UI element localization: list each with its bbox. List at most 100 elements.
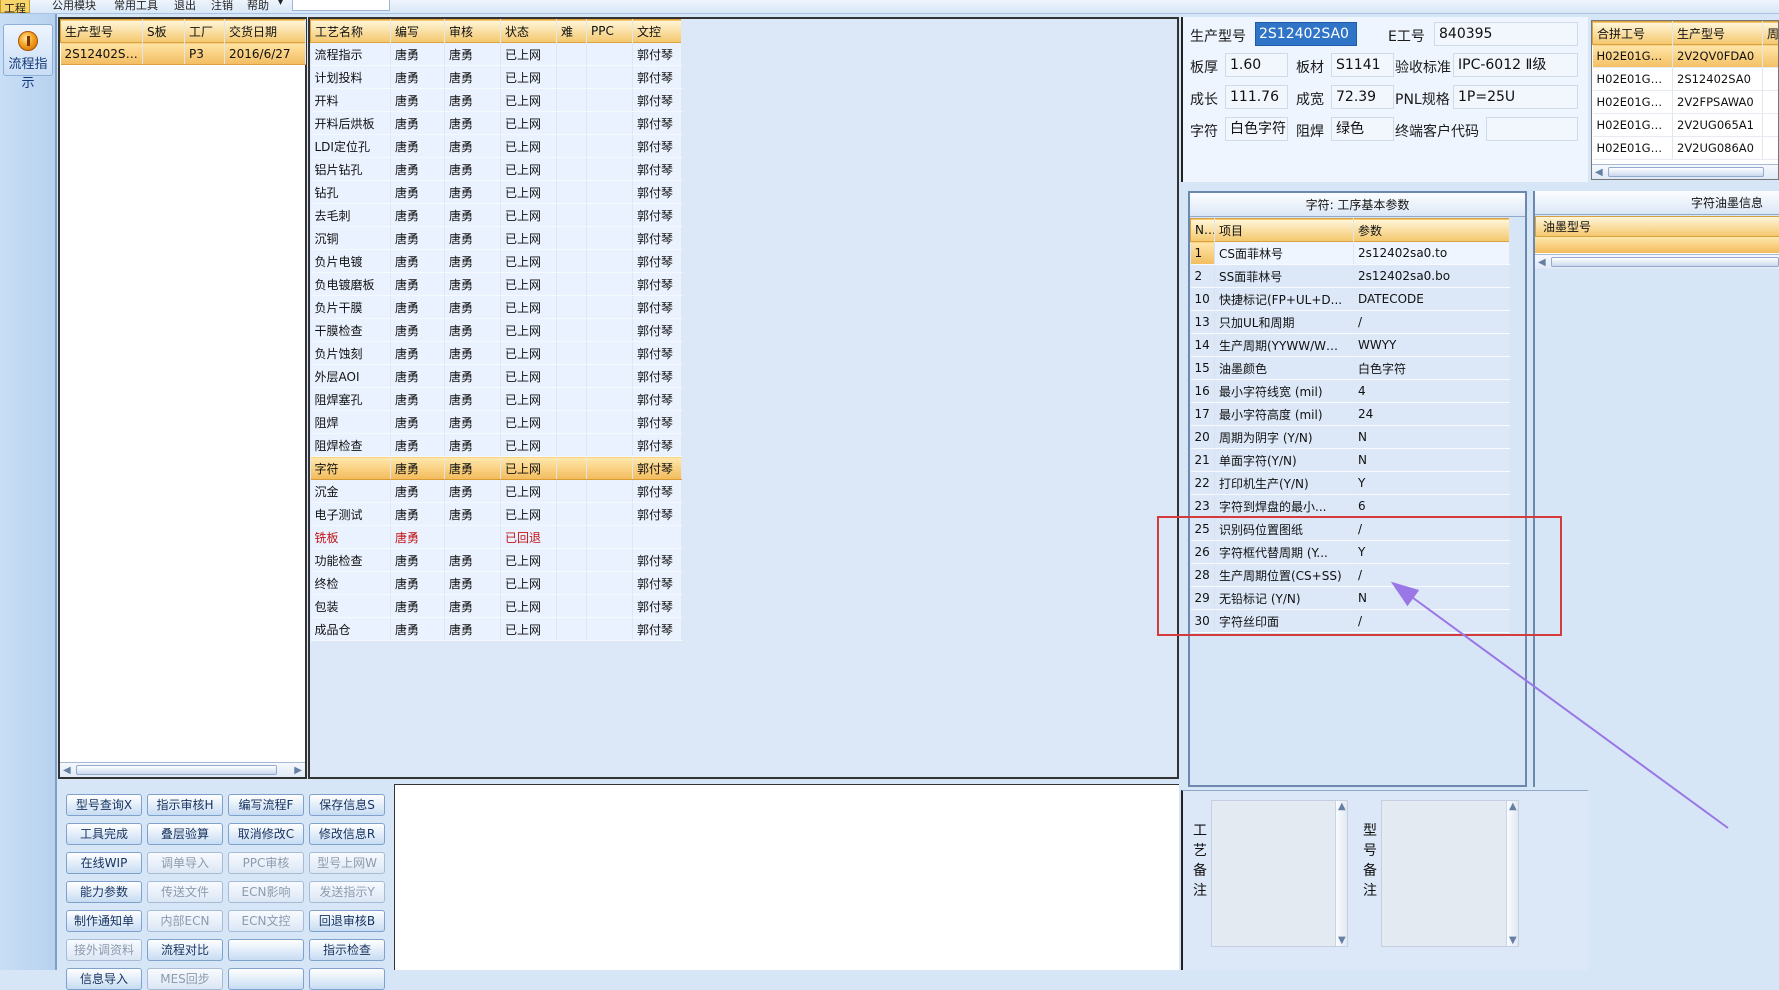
action-button[interactable]: PPC审核 [228, 852, 304, 874]
toolbar-combo[interactable] [292, 0, 390, 11]
board-material-field[interactable]: S1141 [1331, 53, 1394, 77]
table-row[interactable]: 沉铜唐勇唐勇已上网郭付琴 [311, 227, 682, 250]
table-row[interactable]: H02E01G4A02V2UG086A0 [1593, 137, 1779, 160]
thickness-field[interactable]: 1.60 [1225, 53, 1288, 77]
action-button[interactable]: MES回步 [147, 968, 223, 990]
action-button[interactable]: 回退审核B [309, 910, 385, 932]
action-button[interactable]: 指示审核H [147, 794, 223, 816]
parameter-header-no[interactable]: NO [1191, 219, 1215, 242]
table-row[interactable]: 负电镀磨板唐勇唐勇已上网郭付琴 [311, 273, 682, 296]
action-button[interactable] [228, 968, 304, 990]
merge-scroll-thumb[interactable] [1608, 167, 1764, 177]
order-header-delivery[interactable]: 交货日期 [225, 20, 306, 43]
action-button[interactable]: 工具完成 [66, 823, 142, 845]
action-button[interactable]: 流程对比 [147, 939, 223, 961]
table-row[interactable]: 负片干膜唐勇唐勇已上网郭付琴 [311, 296, 682, 319]
order-horizontal-scrollbar[interactable]: ◀ ▶ [60, 762, 305, 777]
table-row[interactable]: 功能检查唐勇唐勇已上网郭付琴 [311, 549, 682, 572]
merge-header-cycle[interactable]: 周期 [1763, 22, 1779, 45]
action-button[interactable]: 编写流程F [228, 794, 304, 816]
table-row[interactable]: H02E01G4A02V2QV0FDA0 [1593, 45, 1779, 68]
table-row[interactable]: 阻焊塞孔唐勇唐勇已上网郭付琴 [311, 388, 682, 411]
pnl-field[interactable]: 1P=25U [1453, 85, 1578, 109]
action-button[interactable]: 保存信息S [309, 794, 385, 816]
table-row[interactable]: 字符唐勇唐勇已上网郭付琴 [311, 457, 682, 480]
action-button[interactable]: 修改信息R [309, 823, 385, 845]
table-row[interactable]: 23字符到焊盘的最小...6 [1191, 495, 1510, 518]
order-header-s-board[interactable]: S板 [143, 20, 185, 43]
action-button[interactable]: ECN文控 [228, 910, 304, 932]
production-model-field[interactable]: 2S12402SA0 [1255, 22, 1357, 46]
table-row[interactable]: 计划投料唐勇唐勇已上网郭付琴 [311, 66, 682, 89]
table-row[interactable]: 开料唐勇唐勇已上网郭付琴 [311, 89, 682, 112]
table-row[interactable]: 2SS面菲林号2s12402sa0.bo [1191, 265, 1510, 288]
route-header-document-control[interactable]: 文控 [633, 20, 682, 43]
action-button[interactable]: 接外调资料 [66, 939, 142, 961]
menu-common-tools[interactable]: 常用工具 [114, 0, 158, 13]
table-row[interactable]: 铝片钻孔唐勇唐勇已上网郭付琴 [311, 158, 682, 181]
order-header-model[interactable]: 生产型号 [61, 20, 143, 43]
scroll-left-icon[interactable]: ◀ [1538, 257, 1546, 268]
scroll-left-icon[interactable]: ◀ [1595, 167, 1603, 178]
process-indicator-button[interactable]: 流程指示 [3, 24, 53, 76]
table-row[interactable]: 15油墨颜色白色字符 [1191, 357, 1510, 380]
scroll-up-icon[interactable]: ▲ [1338, 801, 1346, 812]
action-button[interactable]: 型号上网W [309, 852, 385, 874]
char-field[interactable]: 白色字符 [1225, 117, 1288, 141]
action-button[interactable]: 叠层验算 [147, 823, 223, 845]
menu-help[interactable]: 帮助 [247, 0, 269, 13]
order-row[interactable]: 2S12402SA0 P3 2016/6/27 [61, 43, 306, 65]
action-button[interactable]: 取消修改C [228, 823, 304, 845]
action-button[interactable]: ECN影响 [228, 881, 304, 903]
table-row[interactable]: 干膜检查唐勇唐勇已上网郭付琴 [311, 319, 682, 342]
ink-scrollbar[interactable]: ◀ [1535, 254, 1779, 269]
table-row[interactable]: LDI定位孔唐勇唐勇已上网郭付琴 [311, 135, 682, 158]
table-row[interactable]: H02E01G4A02V2FPSAWA0 [1593, 91, 1779, 114]
table-row[interactable]: 20周期为阴字 (Y/N)N [1191, 426, 1510, 449]
table-row[interactable]: 17最小字符高度 (mil)24 [1191, 403, 1510, 426]
action-button[interactable] [309, 968, 385, 990]
menu-exit[interactable]: 退出 [174, 0, 196, 13]
action-button[interactable]: 在线WIP [66, 852, 142, 874]
table-row[interactable]: 14生产周期(YYWW/WWYY)WWYY [1191, 334, 1510, 357]
solder-field[interactable]: 绿色 [1331, 117, 1394, 141]
table-row[interactable]: 负片电镀唐勇唐勇已上网郭付琴 [311, 250, 682, 273]
route-header-process[interactable]: 工艺名称 [311, 20, 391, 43]
parameter-header-item[interactable]: 项目 [1215, 219, 1354, 242]
table-row[interactable]: 21单面字符(Y/N)N [1191, 449, 1510, 472]
table-row[interactable]: 成品仓唐勇唐勇已上网郭付琴 [311, 618, 682, 641]
table-row[interactable]: 阻焊检查唐勇唐勇已上网郭付琴 [311, 434, 682, 457]
merge-header-model[interactable]: 生产型号 [1673, 22, 1763, 45]
ink-header[interactable]: 油墨型号 [1535, 216, 1779, 237]
width-field[interactable]: 72.39 [1331, 85, 1394, 109]
action-button[interactable]: 型号查询X [66, 794, 142, 816]
action-button[interactable]: 内部ECN [147, 910, 223, 932]
customer-code-field[interactable] [1486, 117, 1578, 141]
table-row[interactable]: 16最小字符线宽 (mil)4 [1191, 380, 1510, 403]
process-remarks-field[interactable]: ▲ ▼ [1211, 800, 1348, 947]
scroll-down-icon[interactable]: ▼ [1338, 935, 1346, 946]
action-button[interactable] [228, 939, 304, 961]
table-row[interactable]: 钻孔唐勇唐勇已上网郭付琴 [311, 181, 682, 204]
route-header-difficulty[interactable]: 难 [557, 20, 587, 43]
table-row[interactable]: 阻焊唐勇唐勇已上网郭付琴 [311, 411, 682, 434]
table-row[interactable]: 沉金唐勇唐勇已上网郭付琴 [311, 480, 682, 503]
action-button[interactable]: 能力参数 [66, 881, 142, 903]
table-row[interactable]: 10快捷标记(FP+UL+D...DATECODE [1191, 288, 1510, 311]
merge-scrollbar[interactable]: ◀ [1592, 164, 1779, 179]
table-row[interactable]: 铣板唐勇已回退 [311, 526, 682, 549]
action-button[interactable]: 信息导入 [66, 968, 142, 990]
process-remarks-scrollbar[interactable]: ▲ ▼ [1335, 801, 1347, 946]
route-header-reviewer[interactable]: 审核 [445, 20, 501, 43]
scroll-down-icon[interactable]: ▼ [1509, 935, 1517, 946]
table-row[interactable]: 去毛刺唐勇唐勇已上网郭付琴 [311, 204, 682, 227]
table-row[interactable]: 13只加UL和周期/ [1191, 311, 1510, 334]
table-row[interactable]: H02E01G4A02S12402SA0 [1593, 68, 1779, 91]
scroll-right-icon[interactable]: ▶ [294, 765, 302, 776]
table-row[interactable]: 流程指示唐勇唐勇已上网郭付琴 [311, 43, 682, 66]
scroll-left-icon[interactable]: ◀ [63, 765, 71, 776]
table-row[interactable]: 包装唐勇唐勇已上网郭付琴 [311, 595, 682, 618]
ink-scroll-thumb[interactable] [1551, 257, 1779, 267]
action-button[interactable]: 调单导入 [147, 852, 223, 874]
menu-logout[interactable]: 注销 [211, 0, 233, 13]
